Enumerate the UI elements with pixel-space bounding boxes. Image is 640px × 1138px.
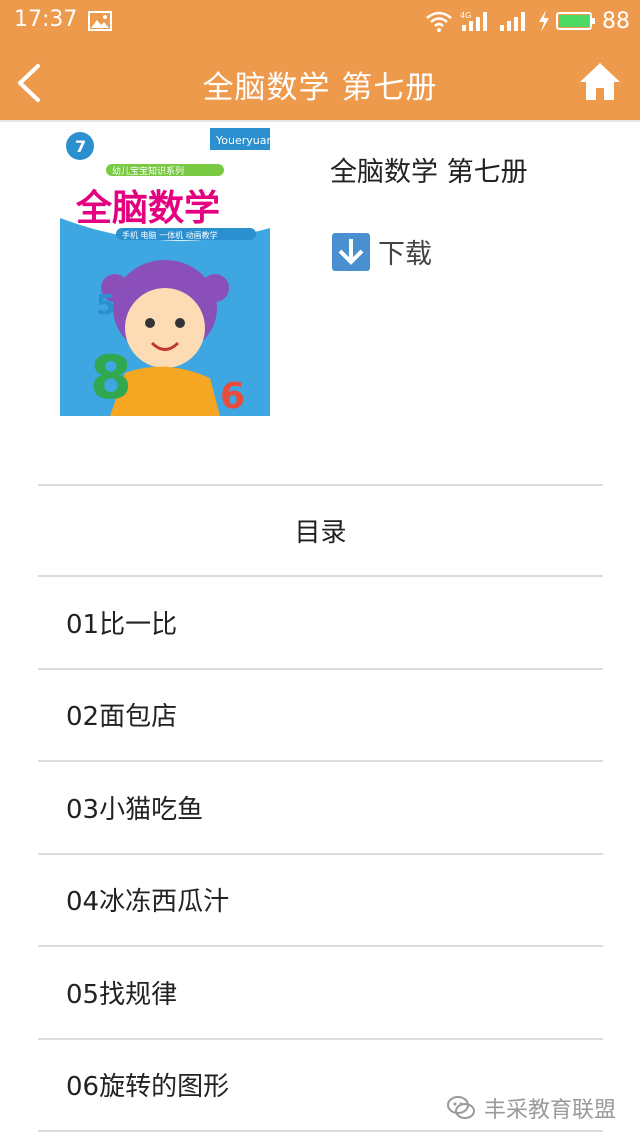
battery-level: 88 — [602, 8, 630, 34]
toc-item-02[interactable]: 02面包店 — [38, 670, 603, 762]
cover-features: 手机 电脑 一体机 动画教学 — [122, 230, 218, 240]
watermark: 丰采教育联盟 — [446, 1092, 616, 1124]
cover-brand: Youeryuan — [215, 134, 270, 147]
page-title: 全脑数学 第七册 — [202, 70, 438, 106]
wechat-icon — [446, 1096, 475, 1119]
home-button[interactable] — [578, 60, 622, 104]
wifi-icon — [426, 11, 452, 32]
status-icons: 4G 88 — [424, 7, 630, 35]
network-label: 4G — [460, 11, 471, 20]
signal-4g-icon: 4G — [460, 11, 487, 31]
toc-item-03[interactable]: 03小猫吃鱼 — [38, 762, 603, 855]
charging-icon — [539, 10, 549, 32]
battery-icon — [556, 12, 595, 30]
download-button[interactable]: 下载 — [332, 232, 432, 271]
toc-header: 目录 — [38, 484, 603, 577]
download-icon — [332, 232, 370, 271]
toc-list: 目录 01比一比 02面包店 03小猫吃鱼 04冰冻西瓜汁 05找规律 06旋转… — [38, 484, 603, 1132]
watermark-label: 丰采教育联盟 — [483, 1098, 616, 1123]
book-title: 全脑数学 第七册 — [330, 157, 528, 188]
cover-title: 全脑数学 — [75, 187, 220, 229]
gallery-icon — [88, 11, 112, 31]
cover-number-5: 5 — [96, 288, 115, 321]
toc-item-05[interactable]: 05找规律 — [38, 947, 603, 1040]
cover-number-6: 6 — [220, 376, 245, 416]
toc-item-01[interactable]: 01比一比 — [38, 577, 603, 670]
app-bar: 全脑数学 第七册 — [0, 42, 640, 122]
cover-badge-number: 7 — [75, 137, 86, 156]
cover-series-banner: 幼儿宝宝知识系列 — [112, 165, 184, 177]
toc-item-04[interactable]: 04冰冻西瓜汁 — [38, 855, 603, 947]
status-time: 17:37 — [14, 7, 78, 32]
book-info: Youeryuan 7 幼儿宝宝知识系列 全脑数学 手机 电脑 一体机 动画教学… — [0, 124, 640, 484]
status-bar: 17:37 4G 88 — [0, 0, 640, 42]
cover-number-8: 8 — [90, 343, 132, 413]
book-cover-image[interactable]: Youeryuan 7 幼儿宝宝知识系列 全脑数学 手机 电脑 一体机 动画教学… — [60, 128, 270, 416]
signal-icon — [500, 12, 525, 31]
download-label: 下载 — [378, 239, 432, 270]
